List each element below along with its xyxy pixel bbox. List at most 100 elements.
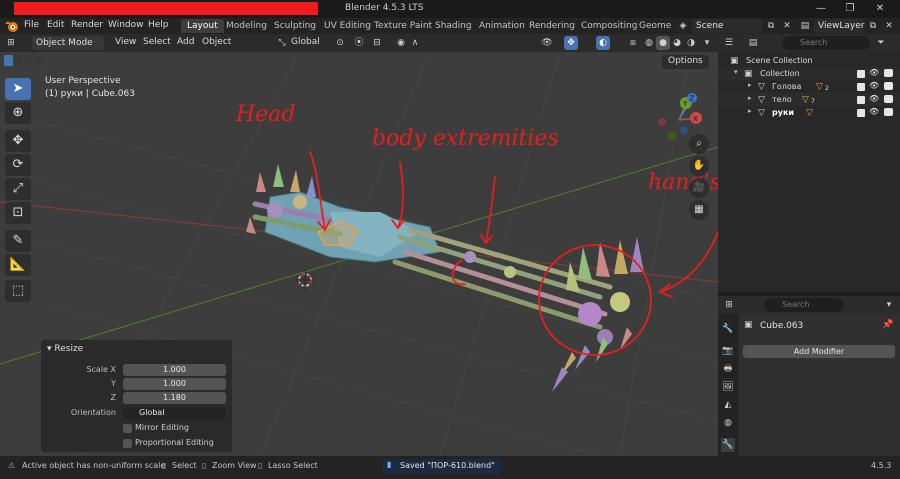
outliner-row-telo[interactable]: ▸ ▽ тело ▽ 7 👁: [718, 93, 900, 106]
outliner-row-golova[interactable]: ▸ ▽ Голова ▽ 2 👁: [718, 80, 900, 93]
view-layer-browse-icon[interactable]: ▤: [798, 19, 812, 33]
rendered-shading-icon[interactable]: ◑: [684, 36, 698, 50]
overlay-toggle-icon[interactable]: ◐: [596, 36, 610, 50]
world-tab-icon[interactable]: ◍: [721, 416, 735, 430]
snap-icon[interactable]: ⦿: [352, 36, 366, 50]
delete-scene-icon[interactable]: ✕: [780, 19, 794, 33]
options-button[interactable]: Options: [662, 55, 709, 69]
golova-render-icon[interactable]: [884, 82, 893, 90]
tab-shading[interactable]: Shading: [429, 19, 478, 33]
collection-exclude-checkbox[interactable]: [857, 70, 865, 78]
collection-expand-icon[interactable]: ▾: [734, 68, 738, 76]
menu-window[interactable]: Window: [108, 20, 144, 30]
xray-toggle-icon[interactable]: ⧈: [626, 36, 640, 50]
tab-modeling[interactable]: Modeling: [220, 19, 273, 33]
visibility-icon[interactable]: 👁: [540, 36, 554, 50]
3d-viewport[interactable]: User Perspective (1) руки | Cube.063 Opt…: [0, 52, 718, 456]
resize-panel-title[interactable]: ▾ Resize: [47, 344, 83, 354]
display-mode-icon[interactable]: ▤: [746, 36, 760, 50]
falloff-icon[interactable]: ∧: [408, 36, 422, 50]
modifier-tab-icon[interactable]: 🔧: [721, 438, 735, 452]
cursor-tool-icon[interactable]: ⊕: [5, 102, 31, 124]
wireframe-shading-icon[interactable]: ◍: [642, 36, 656, 50]
transform-orientation-selector[interactable]: Global: [291, 37, 320, 47]
select-tool-icon[interactable]: ➤: [5, 78, 31, 100]
output-tab-icon[interactable]: 🖶: [721, 362, 735, 376]
zoom-icon[interactable]: ⌕: [689, 134, 709, 154]
scale-x-field[interactable]: 1.000: [123, 364, 226, 376]
camera-view-icon[interactable]: 🎥: [689, 178, 709, 198]
properties-search-input[interactable]: Search: [764, 298, 844, 312]
render-tab-icon[interactable]: 📷: [721, 344, 735, 358]
pivot-point-icon[interactable]: ⊙: [333, 36, 347, 50]
scene-browse-icon[interactable]: ◈: [676, 19, 690, 33]
ruki-visibility-icon[interactable]: 👁: [869, 107, 879, 116]
solid-shading-icon[interactable]: ●: [656, 36, 670, 50]
menu-render[interactable]: Render: [71, 20, 103, 30]
tab-texture-paint[interactable]: Texture Paint: [368, 19, 438, 33]
minimize-button[interactable]: —: [814, 2, 828, 15]
telo-exclude-checkbox[interactable]: [857, 96, 865, 104]
tab-rendering[interactable]: Rendering: [523, 19, 581, 33]
telo-visibility-icon[interactable]: 👁: [869, 94, 879, 103]
selection-mode-icons[interactable]: [4, 55, 44, 67]
proportional-editing-checkbox[interactable]: [123, 439, 132, 448]
golova-expand-icon[interactable]: ▸: [748, 81, 752, 89]
golova-exclude-checkbox[interactable]: [857, 83, 865, 91]
new-view-layer-icon[interactable]: ⧉: [866, 19, 880, 33]
menu-object[interactable]: Object: [202, 37, 231, 47]
properties-editor-type-icon[interactable]: ⊞: [722, 298, 736, 312]
perspective-toggle-icon[interactable]: ▦: [689, 200, 709, 220]
ruki-render-icon[interactable]: [884, 108, 893, 116]
golova-visibility-icon[interactable]: 👁: [869, 81, 879, 90]
scene-tab-icon[interactable]: ◭: [721, 398, 735, 412]
annotate-tool-icon[interactable]: ✎: [5, 230, 31, 252]
tab-layout[interactable]: Layout: [181, 19, 224, 33]
menu-edit[interactable]: Edit: [47, 20, 64, 30]
menu-select[interactable]: Select: [143, 37, 171, 47]
maximize-button[interactable]: ❐: [843, 2, 857, 15]
editor-type-icon[interactable]: ⊞: [4, 36, 18, 50]
outliner-search-input[interactable]: Search: [782, 36, 870, 50]
outliner-row-ruki[interactable]: ▸ ▽ руки ▽ 👁: [718, 106, 900, 119]
measure-tool-icon[interactable]: 📐: [5, 254, 31, 276]
outliner-editor-type-icon[interactable]: ☰: [722, 36, 736, 50]
rotate-tool-icon[interactable]: ⟳: [5, 154, 31, 176]
scale-tool-icon[interactable]: ⤢: [5, 178, 31, 200]
scale-y-field[interactable]: 1.000: [123, 378, 226, 390]
transform-tool-icon[interactable]: ⊡: [5, 202, 31, 224]
outliner-row-scene-collection[interactable]: ▣ Scene Collection: [718, 54, 900, 67]
delete-view-layer-icon[interactable]: ✕: [882, 19, 896, 33]
close-button[interactable]: ✕: [873, 2, 887, 15]
menu-add[interactable]: Add: [177, 37, 194, 47]
menu-file[interactable]: File: [24, 20, 39, 30]
pin-icon[interactable]: 📌: [882, 320, 893, 330]
tab-geometry-nodes[interactable]: Geome: [633, 19, 677, 33]
mode-selector[interactable]: Object Mode: [32, 36, 104, 50]
telo-render-icon[interactable]: [884, 95, 893, 103]
move-tool-icon[interactable]: ✥: [5, 130, 31, 152]
ruki-expand-icon[interactable]: ▸: [748, 107, 752, 115]
outliner-row-collection[interactable]: ▾ ▣ Collection 👁: [718, 67, 900, 80]
mirror-editing-checkbox[interactable]: [123, 424, 132, 433]
orientation-select[interactable]: Global: [123, 407, 226, 419]
collection-visibility-icon[interactable]: 👁: [869, 68, 879, 77]
scene-selector[interactable]: Scene: [692, 19, 762, 33]
menu-help[interactable]: Help: [148, 20, 169, 30]
scale-z-field[interactable]: 1.180: [123, 392, 226, 404]
menu-view[interactable]: View: [115, 37, 136, 47]
proportional-editing-icon[interactable]: ◉: [394, 36, 408, 50]
ruki-exclude-checkbox[interactable]: [857, 109, 865, 117]
properties-options-icon[interactable]: ▾: [882, 298, 896, 312]
collection-render-icon[interactable]: [884, 69, 893, 77]
tool-tab-icon[interactable]: 🔧: [721, 322, 735, 336]
shading-options-icon[interactable]: ▾: [700, 36, 714, 50]
snap-target-icon[interactable]: ⊟: [370, 36, 384, 50]
view-layer-tab-icon[interactable]: 🖼: [721, 380, 735, 394]
material-shading-icon[interactable]: ◕: [670, 36, 684, 50]
view-layer-selector[interactable]: ViewLayer: [814, 19, 864, 33]
gizmo-toggle-icon[interactable]: ✥: [564, 36, 578, 50]
add-cube-tool-icon[interactable]: ⬚: [5, 280, 31, 302]
tab-sculpting[interactable]: Sculpting: [268, 19, 322, 33]
pan-hand-icon[interactable]: ✋: [689, 156, 709, 176]
